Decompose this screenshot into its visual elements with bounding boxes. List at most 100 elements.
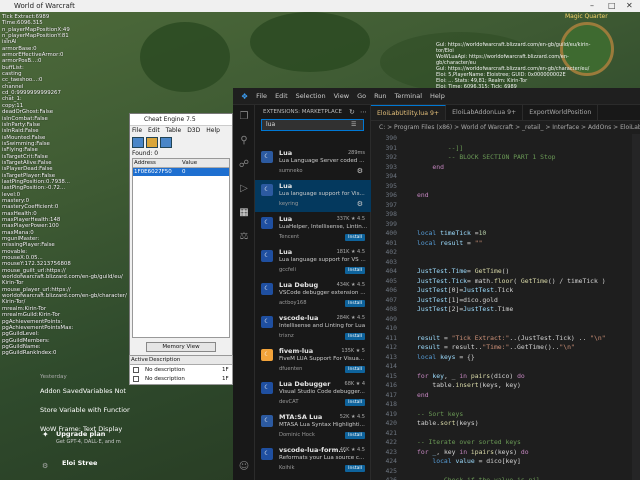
code-line[interactable]: 404 JustTest.Time= GetTime() xyxy=(371,267,640,277)
menu-selection[interactable]: Selection xyxy=(296,92,326,100)
source-control-icon[interactable]: ☍ xyxy=(238,159,250,171)
process-select-icon[interactable] xyxy=(132,137,144,148)
menu-edit[interactable]: Edit xyxy=(148,126,160,136)
code-line[interactable]: 392 -- BLOCK SECTION PART 1 Stop xyxy=(371,153,640,163)
code-line[interactable]: 395 xyxy=(371,182,640,192)
extension-item[interactable]: ☾ vscode-lua 284K ★ 4.5 Intellisense and Li… xyxy=(255,312,371,344)
menu-help[interactable]: Help xyxy=(430,92,445,100)
user-name[interactable]: Eloi Stree xyxy=(40,459,135,467)
save-icon[interactable] xyxy=(160,137,172,148)
code-line[interactable]: 400 local timeTick =10 xyxy=(371,229,640,239)
close-icon[interactable]: ✕ xyxy=(626,0,633,12)
code-line[interactable]: 399 xyxy=(371,220,640,230)
code-line[interactable]: 416 table.insert(keys, key) xyxy=(371,381,640,391)
account-icon[interactable]: ☺ xyxy=(238,461,250,473)
code-line[interactable]: 420 table.sort(keys) xyxy=(371,419,640,429)
menu-file[interactable]: File xyxy=(256,92,267,100)
install-button[interactable]: Install xyxy=(345,300,365,307)
code-line[interactable]: 396 end xyxy=(371,191,640,201)
code-line[interactable]: 391 --]] xyxy=(371,144,640,154)
code-line[interactable]: 398 xyxy=(371,210,640,220)
code-line[interactable]: 424 local value = dico[key] xyxy=(371,457,640,467)
code-line[interactable]: 423 for _, key in ipairs(keys) do xyxy=(371,448,640,458)
menu-terminal[interactable]: Terminal xyxy=(395,92,422,100)
install-button[interactable]: Install xyxy=(345,465,365,472)
tab-eloilabutility[interactable]: EloiLabUtility.lua 9+ xyxy=(371,105,447,120)
extension-item[interactable]: ☾ Lua 289ms Lua Language Server coded ... su… xyxy=(255,147,371,179)
upgrade-plan-panel[interactable]: Upgrade plan ✦ Get GPT-4, DALL·E, and m … xyxy=(40,430,135,470)
memory-view-button[interactable]: Memory View xyxy=(146,342,216,352)
column-header[interactable]: Value xyxy=(181,159,229,167)
install-button[interactable]: Install xyxy=(345,234,365,241)
code-line[interactable]: 403 xyxy=(371,258,640,268)
search-icon[interactable]: ⚲ xyxy=(238,135,250,147)
table-row[interactable]: No description 1F xyxy=(130,365,232,374)
extension-search-input[interactable]: lua xyxy=(261,119,364,131)
menu-edit[interactable]: Edit xyxy=(275,92,288,100)
code-editor[interactable]: 390 391 --]] 392 -- BLOCK SECTION PART 1 … xyxy=(371,134,640,480)
tab-exportworldposition[interactable]: ExportWorldPosition xyxy=(523,105,599,120)
code-line[interactable]: 413 local keys = {} xyxy=(371,353,640,363)
menu-view[interactable]: View xyxy=(334,92,349,100)
code-line[interactable]: 417 end xyxy=(371,391,640,401)
column-header[interactable]: Active xyxy=(130,356,148,364)
install-button[interactable]: Install xyxy=(345,366,365,373)
code-line[interactable]: 390 xyxy=(371,134,640,144)
maximize-icon[interactable]: □ xyxy=(608,0,616,12)
code-line[interactable]: 397 xyxy=(371,201,640,211)
filter-icon[interactable]: ☰ xyxy=(351,121,356,128)
menu-run[interactable]: Run xyxy=(374,92,386,100)
menu-file[interactable]: File xyxy=(132,126,142,136)
editor-scrollbar[interactable] xyxy=(632,134,640,480)
code-line[interactable]: 408 JustTest[2]=JustTest.Time xyxy=(371,305,640,315)
open-file-icon[interactable] xyxy=(146,137,158,148)
tab-eloilabaddon[interactable]: EloiLabAddonLua 9+ xyxy=(446,105,524,120)
extensions-icon[interactable]: ▦ xyxy=(238,207,250,219)
install-button[interactable]: Install xyxy=(345,267,365,274)
extension-item[interactable]: ☾ Lua Debug 434K ★ 4.5 VSCode debugger exte… xyxy=(255,279,371,311)
code-line[interactable]: 411 result = "Tick Extract:"..(JustTest.T… xyxy=(371,334,640,344)
code-line[interactable]: 402 xyxy=(371,248,640,258)
code-line[interactable]: 425 xyxy=(371,467,640,477)
code-line[interactable]: 415 for key, _ in pairs(dico) do xyxy=(371,372,640,382)
manage-gear-icon[interactable]: ⚙ xyxy=(357,167,363,175)
code-line[interactable]: 414 xyxy=(371,362,640,372)
code-line[interactable]: 405 JustTest.Tick= math.floor( GetTime() … xyxy=(371,277,640,287)
list-item[interactable]: Store Variable with Function xyxy=(40,401,130,420)
more-actions-icon[interactable]: ⋯ xyxy=(360,108,367,116)
code-line[interactable]: 409 xyxy=(371,315,640,325)
list-item[interactable]: Addon SavedVariables Not xyxy=(40,382,130,401)
code-line[interactable]: 426 -- Check if the value is nil xyxy=(371,476,640,480)
manage-gear-icon[interactable]: ⚙ xyxy=(357,200,363,208)
code-line[interactable]: 419 -- Sort keys xyxy=(371,410,640,420)
refresh-icon[interactable]: ↻ xyxy=(349,108,355,116)
code-line[interactable]: 406 JustTest[0]=JustTest.Tick xyxy=(371,286,640,296)
code-line[interactable]: 407 JustTest[1]=dico.gold xyxy=(371,296,640,306)
install-button[interactable]: Install xyxy=(345,333,365,340)
extension-item[interactable]: ☾ vscode-lua-form... 46K ★ 4.5 Reformats yo… xyxy=(255,444,371,476)
code-line[interactable]: 393 end xyxy=(371,163,640,173)
code-line[interactable]: 394 xyxy=(371,172,640,182)
column-header[interactable]: Description xyxy=(148,356,232,364)
extension-item[interactable]: ☾ Lua Debugger 68K ★ 4 Visual Studio Code d… xyxy=(255,378,371,410)
table-row[interactable]: No description 1F xyxy=(130,374,232,383)
code-line[interactable]: 421 xyxy=(371,429,640,439)
menu-d3d[interactable]: D3D xyxy=(187,126,200,136)
extension-item[interactable]: ☾ Lua 181K ★ 4.5 Lua language support for V… xyxy=(255,246,371,278)
explorer-icon[interactable]: ❐ xyxy=(238,111,250,123)
extension-item[interactable]: ☾ Lua Lua language support for Vis... keyri… xyxy=(255,180,371,212)
menu-go[interactable]: Go xyxy=(357,92,366,100)
code-line[interactable]: 418 xyxy=(371,400,640,410)
install-button[interactable]: Install xyxy=(345,399,365,406)
code-line[interactable]: 401 local result = "" xyxy=(371,239,640,249)
menu-help[interactable]: Help xyxy=(206,126,220,136)
table-row[interactable]: 1F0E6027F50 0 xyxy=(133,168,229,176)
code-line[interactable]: 412 result = result.."Time:"..GetTime()..… xyxy=(371,343,640,353)
active-checkbox[interactable] xyxy=(133,375,139,382)
settings-icon[interactable]: ⚙ xyxy=(42,462,48,470)
extension-item[interactable]: ☾ MTA:SA Lua 52K ★ 4.5 MTASA Lua Syntax Hig… xyxy=(255,411,371,443)
breadcrumb[interactable]: C: > Program Files (x86) > World of Warc… xyxy=(371,121,640,134)
menu-table[interactable]: Table xyxy=(166,126,182,136)
code-line[interactable]: 410 xyxy=(371,324,640,334)
extension-item[interactable]: ☾ Lua 337K ★ 4.5 LuaHelper, Intellisense, L… xyxy=(255,213,371,245)
